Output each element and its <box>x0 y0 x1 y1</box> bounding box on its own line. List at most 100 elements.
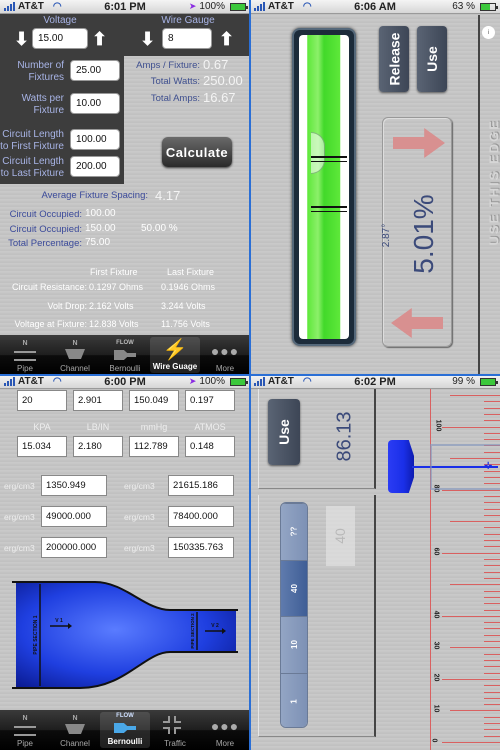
ruler-tick <box>484 533 500 535</box>
ruler-tick <box>442 742 500 743</box>
segment-40[interactable]: 40 <box>281 559 307 616</box>
ruler-tick <box>484 401 500 403</box>
mmhg-field[interactable]: 112.789 <box>129 436 179 457</box>
use-button[interactable]: Use <box>417 26 447 92</box>
edge-line <box>478 15 480 375</box>
voltage-down-arrow-icon[interactable]: ⬇ <box>14 30 29 48</box>
value-field[interactable]: 150.049 <box>129 390 179 411</box>
scale-segmented-control[interactable]: ?? 40 10 1 <box>280 502 308 728</box>
avg-spacing-value: 4.17 <box>155 188 181 203</box>
tab-bar: Pipe Channel FLOWBernoulli Traffic ●●●Mo… <box>0 710 250 750</box>
release-button[interactable]: Release <box>379 26 409 92</box>
ruler-tick <box>484 495 500 497</box>
segment-10[interactable]: 10 <box>281 616 307 673</box>
level-screen: AT&T ◠ 6:06 AM 63 % Release Use 2.87° 5.0… <box>250 0 500 375</box>
pipe-icon <box>10 340 40 362</box>
tab-channel[interactable]: Channel <box>50 335 100 375</box>
gauge-down-arrow-icon[interactable]: ⬇ <box>140 30 155 48</box>
tab-bernoulli[interactable]: FLOW Bernoulli <box>100 712 150 748</box>
ruler-tick <box>484 659 500 661</box>
energy-right-field[interactable]: 78400.000 <box>168 506 234 527</box>
total-percentage-label: Total Percentage: <box>8 238 82 249</box>
value-field[interactable]: 0.197 <box>185 390 235 411</box>
energy-right-field[interactable]: 150335.763 <box>168 537 234 558</box>
tab-traffic[interactable]: Traffic <box>150 710 200 750</box>
ruler-tick <box>484 413 500 415</box>
ruler-label: 30 <box>432 641 440 650</box>
channel-icon <box>60 340 90 362</box>
fixtures-input[interactable]: 25.00 <box>70 60 120 81</box>
ruler-tick <box>484 565 500 567</box>
tab-more[interactable]: ●●● More <box>200 335 250 375</box>
ruler-label: 10 <box>432 705 440 713</box>
energy-left-field[interactable]: 200000.000 <box>41 537 107 558</box>
ruler-tick <box>484 508 500 510</box>
ruler-tick <box>484 527 500 529</box>
voltage-label: Voltage <box>43 15 77 26</box>
voltage-up-arrow-icon[interactable]: ⬆ <box>92 30 107 48</box>
circuit-occupied-value-1: 100.00 <box>85 208 116 219</box>
watts-input[interactable]: 10.00 <box>70 93 120 114</box>
ruler-tick <box>484 735 500 737</box>
ruler-tick <box>484 596 500 598</box>
battery-icon <box>480 2 498 11</box>
ruler-label: 40 <box>432 610 440 619</box>
calculate-button[interactable]: Calculate <box>162 137 232 167</box>
measure-handle-grip[interactable] <box>388 440 414 493</box>
watts-label: Watts per Fixture <box>21 93 64 116</box>
value-field[interactable]: 2.901 <box>73 390 123 411</box>
info-icon[interactable]: i <box>482 26 495 39</box>
tab-wire-gauge[interactable]: ⚡ Wire Guage <box>150 337 200 373</box>
ruler-tick <box>450 584 500 586</box>
ruler-tick <box>484 723 500 725</box>
section2-label: PIPE SECTION 2 <box>190 613 195 649</box>
ruler-tick <box>484 704 500 706</box>
ruler-tick <box>450 710 500 712</box>
segment-unknown[interactable]: ?? <box>281 503 307 560</box>
energy-left-field[interactable]: 1350.949 <box>41 475 107 496</box>
tab-more[interactable]: ●●● More <box>200 710 250 750</box>
tab-channel[interactable]: Channel <box>50 710 100 750</box>
energy-right-field[interactable]: 21615.186 <box>168 475 234 496</box>
kpa-field[interactable]: 15.034 <box>17 436 67 457</box>
gauge-up-arrow-icon[interactable]: ⬆ <box>219 30 234 48</box>
tab-bernoulli[interactable]: FLOW Bernoulli <box>100 335 150 375</box>
wire-gauge-input[interactable]: 8 <box>162 28 212 49</box>
ruler-tick <box>484 603 500 605</box>
first-length-input[interactable]: 100.00 <box>70 129 120 150</box>
last-length-input[interactable]: 200.00 <box>70 156 120 177</box>
first-fixture-header: First Fixture <box>90 267 138 277</box>
total-percentage-value: 75.00 <box>85 237 111 248</box>
flow-icon: FLOW <box>110 713 140 735</box>
ruler-tick <box>484 420 500 422</box>
atmos-field[interactable]: 0.148 <box>185 436 235 457</box>
energy-left-field[interactable]: 49000.000 <box>41 506 107 527</box>
lbin-field[interactable]: 2.180 <box>73 436 123 457</box>
ruler-tick <box>484 691 500 693</box>
ruler-reading: 86.13 <box>333 411 356 462</box>
location-icon: ➤ <box>188 1 197 11</box>
use-button[interactable]: Use <box>268 399 300 465</box>
total-watts-label: Total Watts: <box>150 76 200 87</box>
segment-1[interactable]: 1 <box>281 672 307 727</box>
value-field[interactable]: 20 <box>17 390 67 411</box>
segment-panel <box>258 495 376 737</box>
ruler-tick <box>484 634 500 636</box>
slope-readout: 2.87° 5.01% <box>381 117 452 347</box>
ghost-value-box: 40 <box>326 506 355 566</box>
ruler-tick <box>442 552 500 554</box>
ruler-tick <box>484 628 500 630</box>
voltage-input[interactable]: 15.00 <box>32 28 88 49</box>
tab-pipe[interactable]: Pipe <box>0 710 50 750</box>
ruler-tick <box>484 729 500 731</box>
bubble-vial <box>292 28 356 346</box>
bernoulli-screen: AT&T ◠ 6:00 PM ➤ 100% 20 2.901 150.049 0.1… <box>0 375 250 750</box>
tab-pipe[interactable]: Pipe <box>0 335 50 375</box>
ruler-tick <box>484 439 500 441</box>
ruler-screen: AT&T ◠ 6:02 PM 99 % Use 86.13 ?? 40 10 1 … <box>250 375 500 750</box>
ruler-tick <box>442 678 500 680</box>
tab-bar: Pipe Channel FLOWBernoulli ⚡Wire Guage ●… <box>0 335 250 375</box>
vial-marker-line <box>311 211 347 212</box>
left-arrow-icon <box>391 308 443 338</box>
ruler-tick <box>450 521 500 523</box>
